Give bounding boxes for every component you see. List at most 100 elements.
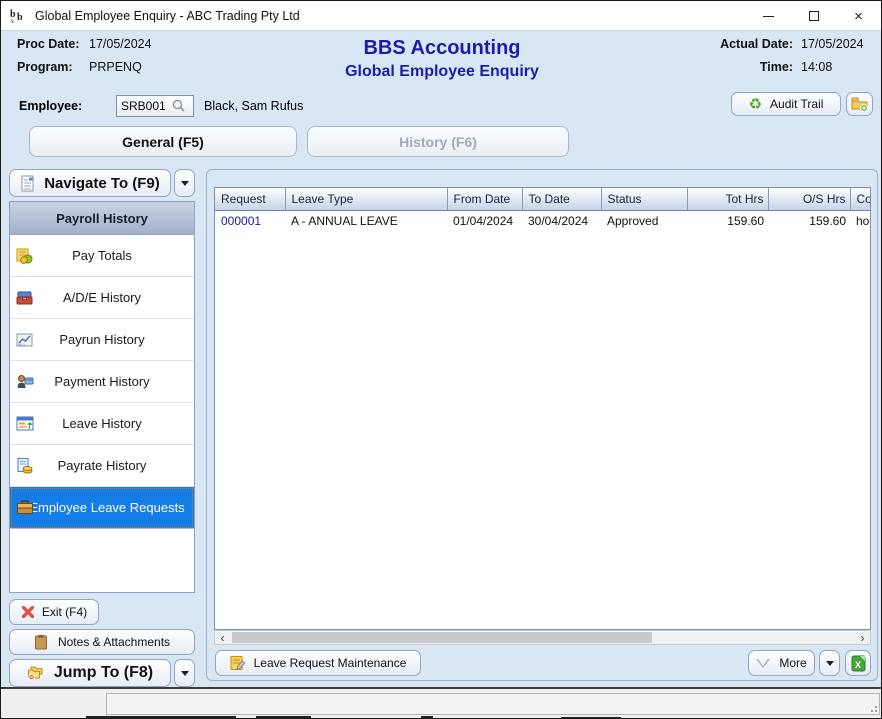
cell-os-hrs: 159.60 [768,210,850,231]
time-label: Time: [760,60,793,74]
employee-code-input[interactable] [117,99,171,113]
time-value: 14:08 [801,60,873,74]
header-center: BBS Accounting Global Employee Enquiry [242,37,642,81]
sidebar-item-ade-history[interactable]: A/D/E History [10,277,194,319]
svg-text:s: s [11,17,14,25]
resize-grip[interactable] [867,702,877,712]
horizontal-scrollbar[interactable]: ‹ › [214,630,871,645]
employee-name: Black, Sam Rufus [204,99,303,113]
open-folder-button[interactable] [846,92,873,116]
search-icon[interactable] [171,98,187,114]
payrate-history-icon [16,457,34,475]
cell-from-date: 01/04/2024 [447,210,522,231]
column-header-tot-hrs[interactable]: Tot Hrs [687,188,768,210]
table-row[interactable]: 000001 A - ANNUAL LEAVE 01/04/2024 30/04… [215,210,870,231]
tab-general[interactable]: General (F5) [29,126,297,157]
employee-code-field[interactable] [116,95,194,117]
more-label: More [779,656,806,670]
navigate-form-icon [20,175,36,192]
recycle-icon: ♻ [749,95,762,113]
ade-history-icon [16,289,34,307]
close-icon: × [854,9,863,24]
maximize-button[interactable] [791,1,836,31]
minimize-button[interactable] [746,1,791,31]
minimize-icon [763,16,774,17]
employee-label: Employee: [19,99,116,113]
sidebar-item-payrate-history[interactable]: Payrate History [10,445,194,487]
cell-status: Approved [601,210,687,231]
jump-to-dropdown[interactable] [174,659,195,687]
actual-date-value: 17/05/2024 [801,37,873,51]
maintenance-label: Leave Request Maintenance [254,656,407,670]
leave-requests-grid: Request Leave Type From Date To Date Sta… [214,187,871,630]
sidebar-item-label: A/D/E History [63,290,141,305]
cell-comments: holi [850,210,870,231]
exit-cross-icon [21,605,35,619]
more-button[interactable]: More [748,650,815,676]
notes-icon [34,634,48,650]
notes-label: Notes & Attachments [58,635,170,649]
exit-button[interactable]: Exit (F4) [9,599,99,625]
employee-row: Employee: Black, Sam Rufus [19,95,303,117]
cell-to-date: 30/04/2024 [522,210,601,231]
column-header-comments[interactable]: Co [850,188,870,210]
jump-to-icon [27,665,45,681]
scroll-right-icon[interactable]: › [855,631,870,644]
sidebar-item-label: Payment History [54,374,149,389]
scroll-left-icon[interactable]: ‹ [215,631,230,644]
jump-to-label: Jump To (F8) [54,664,153,682]
column-header-status[interactable]: Status [601,188,687,210]
sidebar-item-pay-totals[interactable]: Pay Totals [10,235,194,277]
close-button[interactable]: × [836,1,881,31]
audit-trail-label: Audit Trail [770,97,823,111]
app-window: b b s Global Employee Enquiry - ABC Trad… [0,0,882,719]
grid-header-row: Request Leave Type From Date To Date Sta… [215,188,870,210]
column-header-os-hrs[interactable]: O/S Hrs [768,188,850,210]
sidebar-item-label: Payrun History [59,332,144,347]
proc-date-value: 17/05/2024 [89,37,152,51]
leave-history-icon [16,415,34,433]
bbs-app-icon: b b s [9,7,27,25]
navigate-to-label: Navigate To (F9) [44,175,160,192]
status-panel [106,693,880,715]
column-header-from-date[interactable]: From Date [447,188,522,210]
exit-label: Exit (F4) [42,605,87,619]
notes-attachments-button[interactable]: Notes & Attachments [9,629,195,655]
column-header-to-date[interactable]: To Date [522,188,601,210]
cell-leave-type: A - ANNUAL LEAVE [285,210,447,231]
header-left: Proc Date: 17/05/2024 Program: PRPENQ [17,37,152,83]
sidebar-item-employee-leave-requests[interactable]: Employee Leave Requests [10,487,194,529]
more-triangle-icon [756,659,770,668]
actual-date-label: Actual Date: [720,37,793,51]
sidebar-item-payment-history[interactable]: Payment History [10,361,194,403]
app-title: BBS Accounting [242,37,642,60]
navigate-to-button[interactable]: Navigate To (F9) [9,169,171,197]
leave-requests-icon [16,499,34,517]
proc-date-label: Proc Date: [17,37,89,51]
navigate-to-dropdown[interactable] [174,169,195,197]
sidebar-item-leave-history[interactable]: Leave History [10,403,194,445]
window-controls: × [746,1,881,31]
sidebar-item-label: Pay Totals [72,248,132,263]
status-bar [1,687,881,719]
program-value: PRPENQ [89,60,142,74]
audit-trail-button[interactable]: ♻ Audit Trail [731,92,841,116]
export-excel-button[interactable]: X [845,650,871,676]
maintenance-note-icon [230,655,246,671]
sidebar-item-payrun-history[interactable]: Payrun History [10,319,194,361]
jump-to-button[interactable]: Jump To (F8) [9,659,171,687]
tab-history[interactable]: History (F6) [307,126,569,157]
scrollbar-thumb[interactable] [232,632,652,643]
leave-request-maintenance-button[interactable]: Leave Request Maintenance [215,650,421,676]
more-dropdown[interactable] [819,650,840,676]
dropdown-arrow-icon [826,661,834,666]
column-header-leave-type[interactable]: Leave Type [285,188,447,210]
program-label: Program: [17,60,89,74]
maximize-icon [809,11,819,21]
column-header-request[interactable]: Request [215,188,285,210]
cell-request[interactable]: 000001 [215,210,285,231]
pay-totals-icon [16,247,34,265]
screen-title: Global Employee Enquiry [242,63,642,81]
navigation-panel: Payroll History Pay Totals A/D/E History [9,201,195,593]
group-header-payroll-history: Payroll History [10,202,194,235]
